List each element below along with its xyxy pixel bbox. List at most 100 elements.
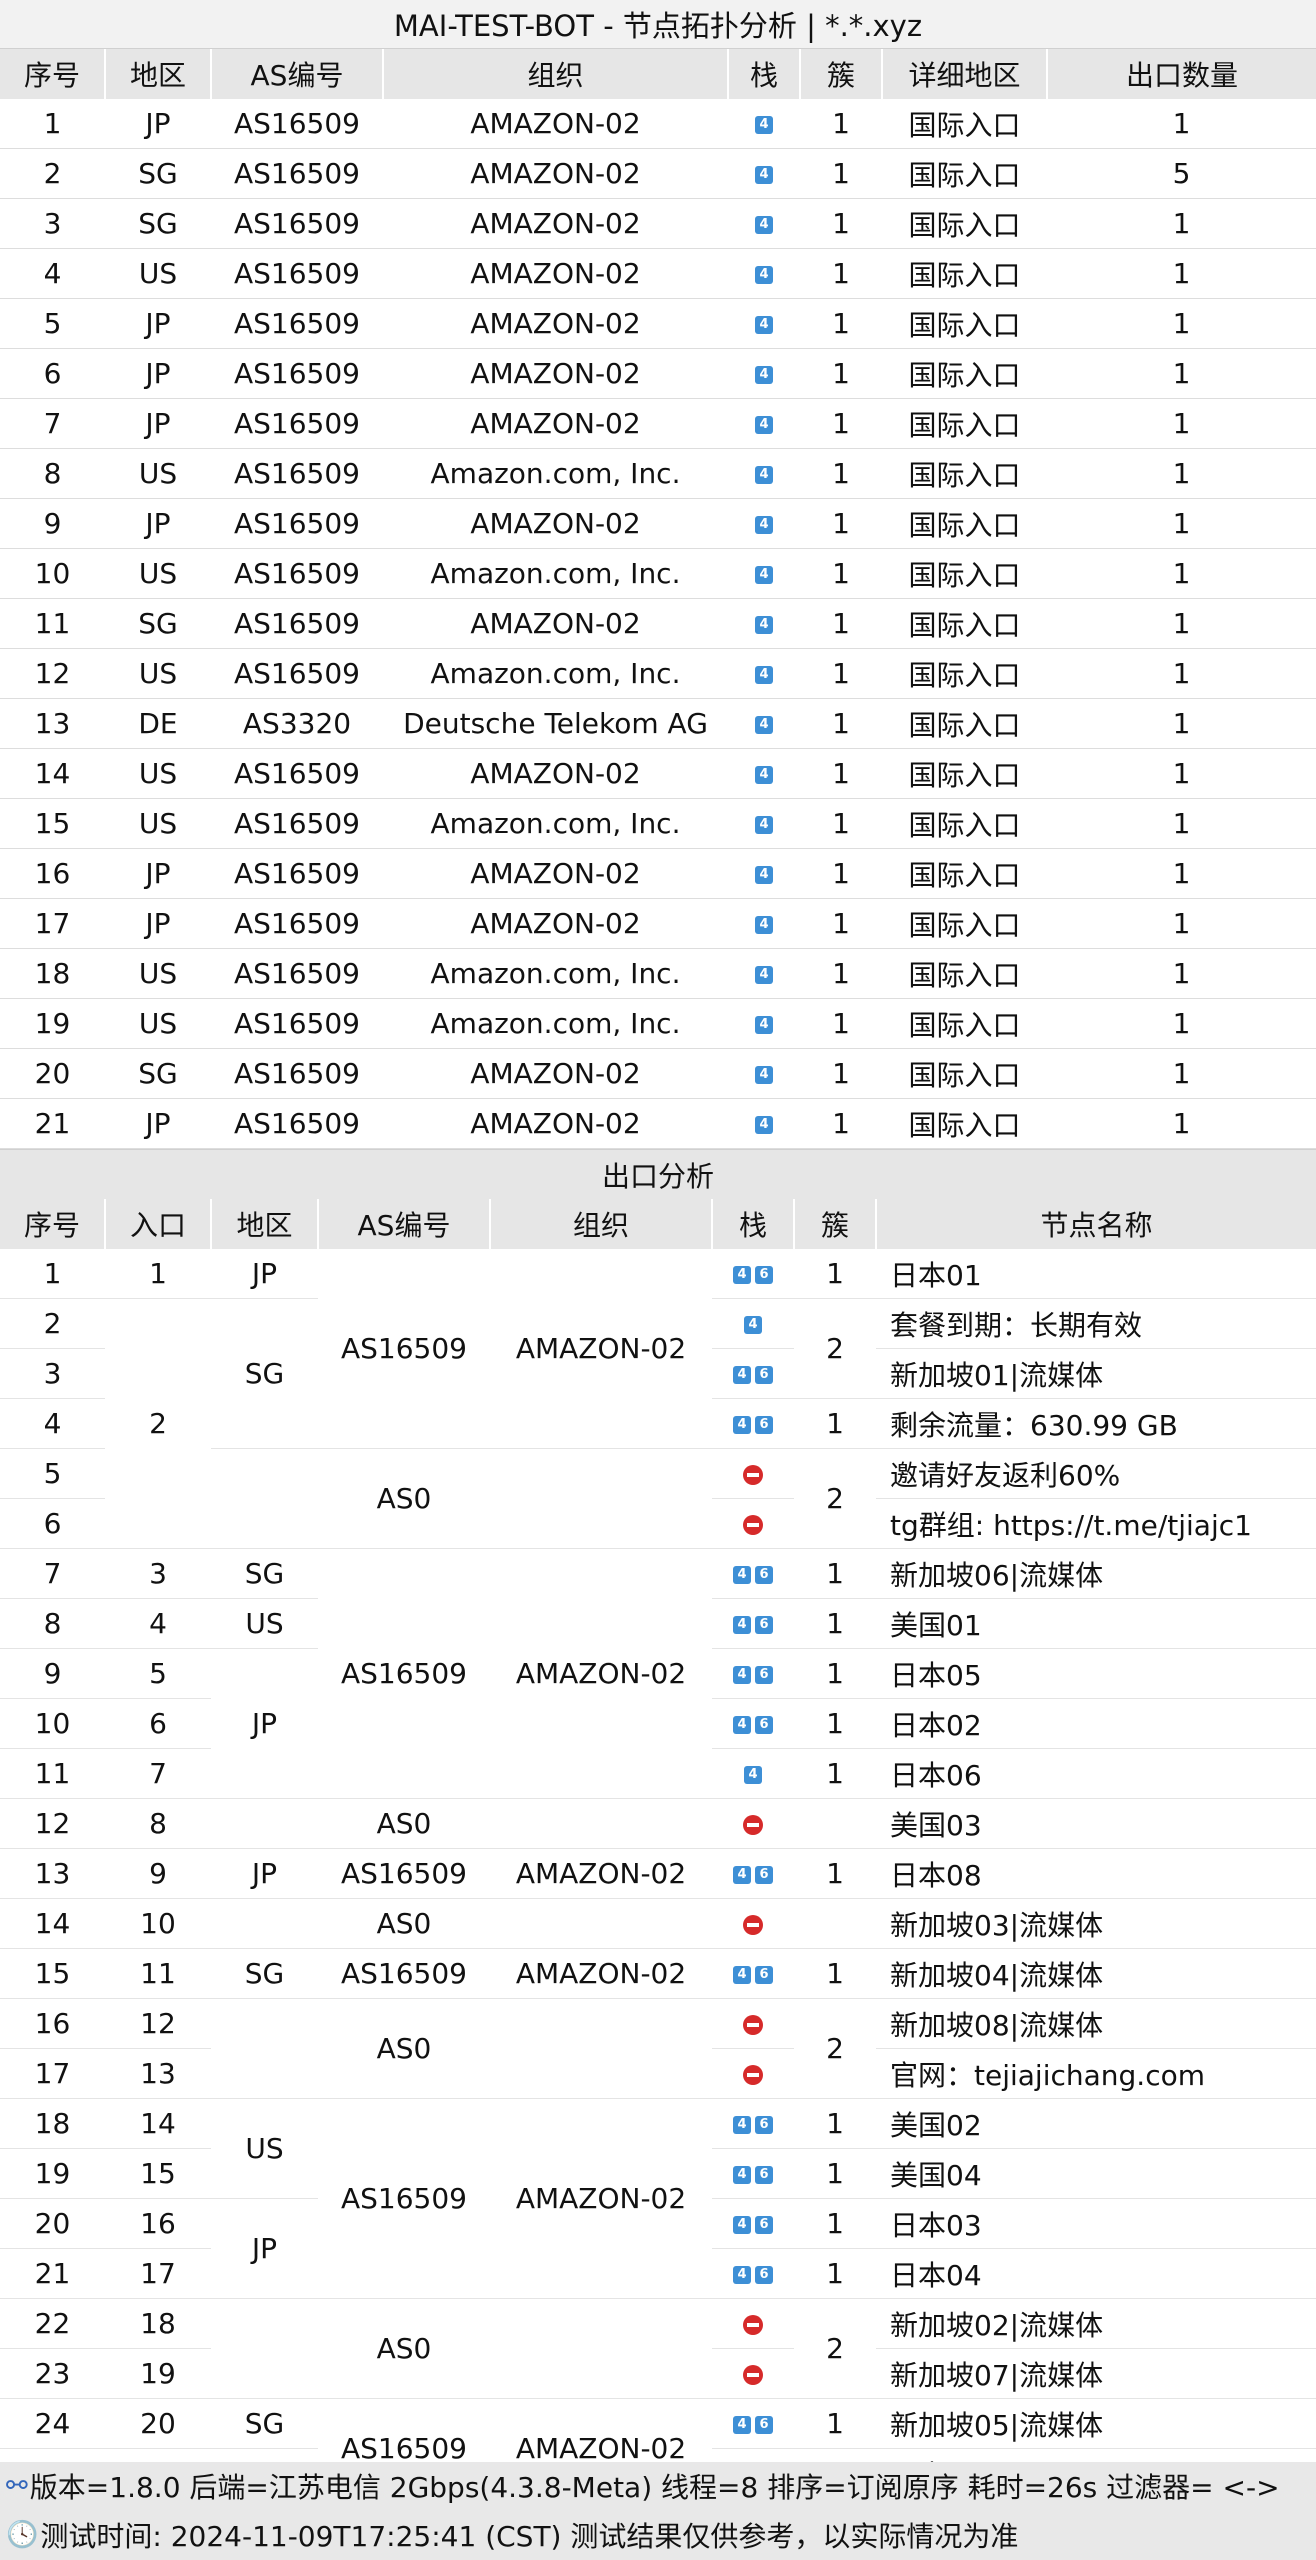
table-cell: 1	[794, 1848, 876, 1899]
table-row: 22 18 AS0 2 新加坡02|流媒体	[0, 2298, 1316, 2399]
table-cell: 9	[0, 1648, 105, 1699]
ipv6-badge-icon: 6	[755, 2416, 773, 2434]
table-cell: SG	[105, 598, 211, 649]
table-cell: 19	[0, 2148, 105, 2199]
table-cell: 国际入口	[882, 648, 1047, 699]
no-entry-icon	[743, 1515, 763, 1535]
node-name-cell: 美国01	[876, 1598, 1316, 1649]
table-cell: 国际入口	[882, 948, 1047, 999]
table-cell	[211, 1898, 318, 1949]
table-cell: 2	[794, 1448, 876, 1549]
table-cell: 国际入口	[882, 898, 1047, 949]
table-cell: 17	[105, 2248, 211, 2299]
table-cell	[211, 1798, 318, 1849]
exit-col-header: 节点名称	[875, 1199, 1316, 1249]
stack-cell: 46	[712, 1398, 794, 1449]
table-cell: 1	[794, 1748, 876, 1799]
ipv6-badge-icon: 6	[755, 1966, 773, 1984]
table-cell: 1	[1047, 598, 1316, 649]
stack-cell: 4	[728, 698, 800, 749]
table-cell: AS16509	[318, 1249, 490, 1449]
stack-cell: 4	[728, 148, 800, 199]
table-cell: 1	[794, 1249, 876, 1299]
table-cell: AS0	[318, 1798, 490, 1849]
ipv4-badge-icon: 4	[755, 616, 773, 634]
table-cell: 1	[1047, 798, 1316, 849]
node-name-cell: 日本01	[876, 1249, 1316, 1299]
table-cell: JP	[211, 1648, 318, 1799]
table-cell: 18	[105, 2298, 211, 2349]
ipv4-badge-icon: 4	[755, 1016, 773, 1034]
table-cell: AS16509	[211, 298, 383, 349]
table-cell: 6	[0, 348, 105, 399]
table-cell: 1	[1047, 1098, 1316, 1149]
table-cell: 1	[794, 1948, 876, 1999]
table-cell: Amazon.com, Inc.	[383, 948, 728, 999]
stack-cell: 46	[712, 2248, 794, 2299]
table-cell: 12	[0, 1798, 105, 1849]
table-cell: Deutsche Telekom AG	[383, 698, 728, 749]
table-cell: 1	[794, 1698, 876, 1749]
stack-cell: 4	[728, 448, 800, 499]
stack-cell: 46	[712, 1348, 794, 1399]
table-row: 18 US AS16509 Amazon.com, Inc. 4 1 国际入口 1	[0, 948, 1316, 999]
table-cell: 1	[800, 398, 882, 449]
table-cell: 10	[105, 1898, 211, 1949]
table-cell: JP	[211, 2198, 318, 2299]
stack-cell: 46	[712, 1698, 794, 1749]
table-cell: US	[105, 248, 211, 299]
ipv4-badge-icon: 4	[755, 416, 773, 434]
table-cell: AS16509	[211, 448, 383, 499]
table-cell: AS16509	[211, 748, 383, 799]
table-cell: AMAZON-02	[383, 248, 728, 299]
table-cell: 11	[105, 1948, 211, 1999]
table-cell: JP	[105, 298, 211, 349]
exit-header-row: 序号 入口 地区 AS编号 组织栈簇节点名称	[0, 1199, 1316, 1249]
node-name-cell: 新加坡08|流媒体	[876, 1998, 1316, 2049]
table-cell	[490, 1898, 712, 1949]
table-cell: 9	[0, 498, 105, 549]
table-cell: 1	[794, 2198, 876, 2249]
table-cell: 1	[800, 648, 882, 699]
node-name-cell: 日本06	[876, 1748, 1316, 1799]
exit-col-header: AS编号	[317, 1199, 490, 1249]
table-row: 16 JP AS16509 AMAZON-02 4 1 国际入口 1	[0, 848, 1316, 899]
table-cell: US	[105, 448, 211, 499]
table-row: 1 1 JP AS16509 AMAZON-02 4 6 1 日本01	[0, 1249, 1316, 1449]
ipv4-badge-icon: 4	[755, 966, 773, 984]
table-row: 6 JP AS16509 AMAZON-02 4 1 国际入口 1	[0, 348, 1316, 399]
table-cell: Amazon.com, Inc.	[383, 448, 728, 499]
table-cell: 1	[1047, 748, 1316, 799]
table-cell: 19	[105, 2348, 211, 2399]
table-cell: AMAZON-02	[383, 298, 728, 349]
table-cell: 12	[105, 1998, 211, 2049]
table-row: 5 JP AS16509 AMAZON-02 4 1 国际入口 1	[0, 298, 1316, 349]
table-cell: 16	[105, 2198, 211, 2249]
table-cell: 1	[800, 798, 882, 849]
table-cell: 国际入口	[882, 798, 1047, 849]
stack-cell: 46	[712, 1848, 794, 1899]
exit-table: 序号 入口 地区 AS编号 组织栈簇节点名称 1 1 JP AS16509 AMAZON-02 4…	[0, 1199, 1316, 2499]
node-name-cell: 新加坡02|流媒体	[876, 2298, 1316, 2349]
ipv6-badge-icon: 6	[755, 2166, 773, 2184]
stack-cell: 46	[712, 1249, 794, 1299]
table-cell: 1	[0, 99, 105, 149]
stack-cell: 4	[728, 648, 800, 699]
stack-cell: 4	[728, 898, 800, 949]
footer-line1: 版本=1.8.0 后端=江苏电信 2Gbps(4.3.8-Meta) 线程=8 …	[29, 2471, 1280, 2504]
ipv4-badge-icon: 4	[755, 866, 773, 884]
table-row: 20 SG AS16509 AMAZON-02 4 1 国际入口 1	[0, 1048, 1316, 1099]
table-cell	[490, 1798, 712, 1849]
table-cell: 1	[1047, 898, 1316, 949]
table-cell: 1	[794, 1398, 876, 1449]
table-cell: 1	[800, 248, 882, 299]
table-cell: AS16509	[211, 498, 383, 549]
table-cell: AS16509	[211, 548, 383, 599]
ipv6-badge-icon: 6	[755, 1566, 773, 1584]
table-cell: SG	[211, 1948, 318, 1999]
table-cell: 1	[1047, 998, 1316, 1049]
topology-header-row: 序号 地区 AS编号 组织栈簇详细地区 出口数量	[0, 49, 1316, 99]
ipv4-badge-icon: 4	[733, 2266, 751, 2284]
stack-cell: 4	[728, 398, 800, 449]
stack-cell: 4	[728, 1098, 800, 1149]
